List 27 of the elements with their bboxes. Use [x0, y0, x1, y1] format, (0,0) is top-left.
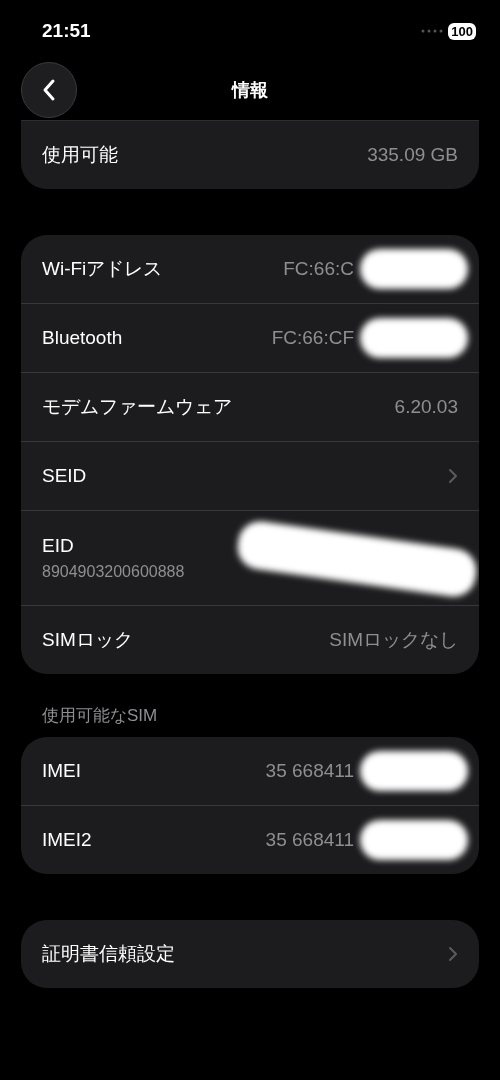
page-title: 情報 — [232, 79, 268, 102]
signal-icon — [421, 29, 444, 33]
chevron-icon — [448, 946, 458, 962]
row-label: Bluetooth — [42, 327, 123, 349]
battery-level: 100 — [448, 22, 476, 40]
settings-row[interactable]: SEID — [21, 441, 479, 510]
chevron-icon — [448, 468, 458, 484]
row-label: 使用可能 — [42, 143, 118, 167]
row-value: 35 668411 — [265, 760, 354, 782]
row-label: IMEI — [42, 760, 82, 782]
row-value: SIMロックなし — [329, 628, 458, 652]
row-value: 35 668411 — [265, 829, 354, 851]
row-label: EID — [42, 535, 74, 557]
row-label: IMEI2 — [42, 829, 92, 851]
section-header: 使用可能なSIM — [42, 705, 159, 727]
row-value: 6.20.03 — [394, 396, 458, 418]
back-button[interactable] — [21, 62, 77, 118]
settings-row[interactable]: 証明書信頼設定 — [21, 920, 479, 988]
row-label: モデムファームウェア — [42, 395, 232, 419]
row-value: 335.09 GB — [367, 144, 458, 166]
back-icon — [42, 78, 56, 102]
row-label: SIMロック — [42, 628, 133, 652]
row-value: 8904903200600888 — [42, 563, 185, 581]
row-value: FC:66:CF — [271, 327, 354, 349]
row-label: Wi-Fiアドレス — [42, 257, 163, 281]
status-time: 21:51 — [42, 20, 91, 42]
row-value: FC:66:C — [283, 258, 354, 280]
